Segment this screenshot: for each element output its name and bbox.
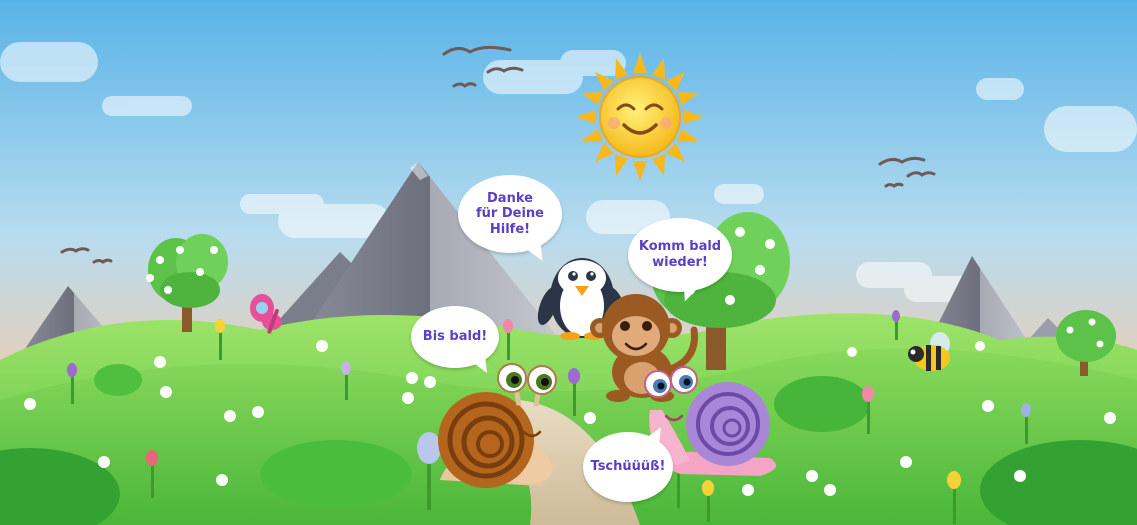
speech-text-monkey: Komm bald wieder!: [638, 239, 722, 270]
farewell-scene: Danke für Deine Hilfe! Komm bald wieder!…: [0, 0, 1137, 525]
speech-text-penguin: Danke für Deine Hilfe!: [476, 190, 544, 237]
speech-text-snail-pink: Tschüüüß!: [590, 459, 666, 475]
speech-text-snail-brown: Bis bald!: [422, 329, 488, 345]
speech-bubble-penguin: Danke für Deine Hilfe!: [458, 175, 562, 253]
scene-illustration: [0, 0, 1137, 525]
sun-icon: [576, 53, 704, 181]
speech-bubble-monkey: Komm bald wieder!: [628, 218, 732, 292]
